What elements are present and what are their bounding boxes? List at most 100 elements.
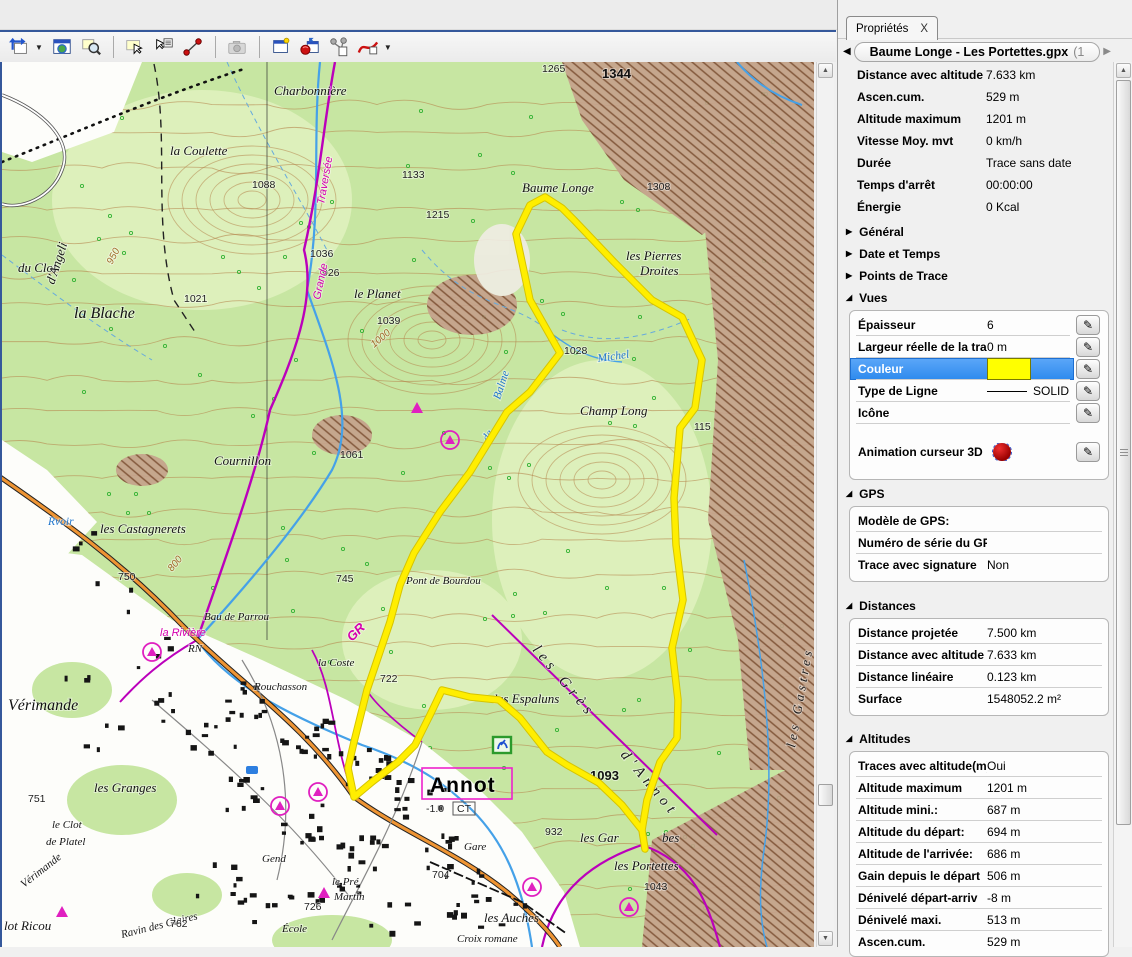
altitude-property-row[interactable]: Gain depuis le départ 506 m <box>850 865 1108 887</box>
gps-property-row[interactable]: Trace avec signature Non <box>850 554 1108 576</box>
pan-map-tool-button[interactable] <box>6 35 33 60</box>
altitude-property-row[interactable]: Altitude du départ: 694 m <box>850 821 1108 843</box>
property-value: 529 m <box>986 90 1101 104</box>
map-label: 932 <box>545 826 563 838</box>
main-toolbar: ▼ <box>0 30 836 62</box>
view-property-row[interactable]: Couleur ✎ <box>850 358 1108 380</box>
pan-map-icon <box>9 36 31 58</box>
tab-close-icon[interactable]: X <box>920 23 928 35</box>
panel-scrollbar-thumb[interactable] <box>1116 80 1131 825</box>
altitude-property-row[interactable]: Ascen.cum. 529 m <box>850 931 1108 953</box>
property-row[interactable]: Durée Trace sans date <box>849 152 1109 174</box>
next-track-button[interactable]: ▶ <box>1103 47 1111 57</box>
link-windows-tool-button[interactable] <box>326 35 353 60</box>
view-property-row[interactable]: Épaisseur 6 ✎ <box>850 314 1108 336</box>
edit-property-button[interactable]: ✎ <box>1076 315 1100 335</box>
map-label: 1344 <box>602 66 632 81</box>
record-window-tool-button[interactable] <box>297 35 324 60</box>
color-swatch[interactable] <box>987 358 1031 380</box>
edit-note-tool-button[interactable] <box>151 35 178 60</box>
track-title-pill[interactable]: Baume Longe - Les Portettes.gpx (1 <box>854 42 1101 62</box>
tab-proprietes[interactable]: Propriétés X <box>846 16 938 40</box>
map-label: -1.0 <box>426 803 444 815</box>
new-map-window-tool-button[interactable] <box>268 35 295 60</box>
track-file-name: Baume Longe - Les Portettes.gpx <box>870 45 1069 59</box>
map-label: Champ Long <box>580 403 648 418</box>
property-label: Vitesse Moy. mvt <box>857 134 986 148</box>
track-graph-dropdown-icon[interactable]: ▼ <box>384 43 392 52</box>
property-row[interactable]: Distance avec altitude 7.633 km <box>849 64 1109 86</box>
property-row[interactable]: Énergie 0 Kcal <box>849 196 1109 218</box>
distance-property-row[interactable]: Distance avec altitude 7.633 km <box>850 644 1108 666</box>
map-window-tool-button[interactable] <box>49 35 76 60</box>
section-header-gps[interactable]: ◢ GPS <box>846 485 885 503</box>
toolbar-separator <box>113 36 114 58</box>
track-graph-tool-button[interactable] <box>355 35 382 60</box>
zoom-note-tool-button[interactable] <box>78 35 105 60</box>
property-label: Distance avec altitude <box>858 648 987 662</box>
property-label: Dénivelé maxi. <box>858 913 987 927</box>
edit-vertex-tool-button[interactable] <box>180 35 207 60</box>
section-header-vues[interactable]: ◢ Vues <box>846 289 887 307</box>
edit-property-button[interactable]: ✎ <box>1076 337 1100 357</box>
distance-property-row[interactable]: Distance projetée 7.500 km <box>850 622 1108 644</box>
map-label: 704 <box>432 869 450 881</box>
altitude-property-row[interactable]: Dénivelé maxi. 513 m <box>850 909 1108 931</box>
altitudes-group: Traces avec altitude(m) Oui Altitude max… <box>849 751 1109 957</box>
screenshot-tool-button[interactable] <box>224 35 251 60</box>
map-label: la Rivière <box>160 627 206 639</box>
property-label: Type de Ligne <box>858 384 987 398</box>
property-value: Trace sans date <box>986 156 1101 170</box>
map-label: Gend <box>262 853 286 865</box>
edit-property-button[interactable]: ✎ <box>1076 359 1100 379</box>
altitude-property-row[interactable]: Altitude mini.: 687 m <box>850 799 1108 821</box>
map-scrollbar-thumb[interactable] <box>818 784 833 806</box>
map-poi-pool-icon <box>246 766 258 774</box>
map-label: Pont de Bourdou <box>405 575 481 587</box>
prev-track-button[interactable]: ◀ <box>843 47 851 57</box>
section-header-collapsed[interactable]: ▶ Général <box>846 223 1096 241</box>
view-property-row[interactable]: Animation curseur 3D ✎ <box>850 437 1108 467</box>
edit-vertex-icon <box>182 36 204 58</box>
map-scroll-up-button[interactable]: ▲ <box>818 63 833 78</box>
property-row[interactable]: Ascen.cum. 529 m <box>849 86 1109 108</box>
map-label: 1028 <box>564 345 588 357</box>
map-vertical-scrollbar[interactable]: ▲ ▼ <box>816 62 834 947</box>
select-note-tool-button[interactable] <box>122 35 149 60</box>
panel-scroll-up-button[interactable]: ▲ <box>1116 63 1131 78</box>
property-row[interactable]: Vitesse Moy. mvt 0 km/h <box>849 130 1109 152</box>
distance-property-row[interactable]: Surface 1548052.2 m² <box>850 688 1108 710</box>
altitude-property-row[interactable]: Traces avec altitude(m) Oui <box>850 755 1108 777</box>
section-header-altitudes[interactable]: ◢ Altitudes <box>846 730 911 748</box>
property-value: 6 <box>987 318 1074 332</box>
view-property-row[interactable]: Icône ✎ <box>850 402 1108 424</box>
distance-property-row[interactable]: Distance linéaire 0.123 km <box>850 666 1108 688</box>
property-row[interactable]: Altitude maximum 1201 m <box>849 108 1109 130</box>
view-property-row[interactable]: Type de Ligne SOLID ✎ <box>850 380 1108 402</box>
pan-tool-dropdown-icon[interactable]: ▼ <box>35 43 43 52</box>
map-label: les Portettes <box>614 858 679 873</box>
map-label: 115 <box>694 421 711 433</box>
gps-property-row[interactable]: Numéro de série du GPS <box>850 532 1108 554</box>
altitude-property-row[interactable]: Altitude maximum 1201 m <box>850 777 1108 799</box>
section-header-collapsed[interactable]: ▶ Date et Temps <box>846 245 1096 263</box>
property-value: 1201 m <box>986 112 1101 126</box>
edit-property-button[interactable]: ✎ <box>1076 442 1100 462</box>
cursor-3d-dot-icon <box>993 443 1011 461</box>
altitude-property-row[interactable]: Altitude de l'arrivée: 686 m <box>850 843 1108 865</box>
property-row[interactable]: Temps d'arrêt 00:00:00 <box>849 174 1109 196</box>
map-label: Rouchasson <box>253 681 308 693</box>
map-label: 726 <box>304 901 322 913</box>
panel-vertical-scrollbar[interactable]: ▲ <box>1113 62 1132 947</box>
map-canvas[interactable]: Charbonnière1344la Coulette1088Baume Lon… <box>2 62 814 947</box>
gps-property-row[interactable]: Modèle de GPS: <box>850 510 1108 532</box>
map-scroll-down-button[interactable]: ▼ <box>818 931 833 946</box>
section-header-collapsed[interactable]: ▶ Points de Trace <box>846 267 1096 285</box>
property-label: Trace avec signature <box>858 558 987 572</box>
view-property-row[interactable]: Largeur réelle de la trace 0 m ✎ <box>850 336 1108 358</box>
edit-property-button[interactable]: ✎ <box>1076 403 1100 423</box>
altitude-property-row[interactable]: Dénivelé départ-arriv -8 m <box>850 887 1108 909</box>
edit-property-button[interactable]: ✎ <box>1076 381 1100 401</box>
section-header-distances[interactable]: ◢ Distances <box>846 597 916 615</box>
map-label: Charbonnière <box>274 83 347 98</box>
